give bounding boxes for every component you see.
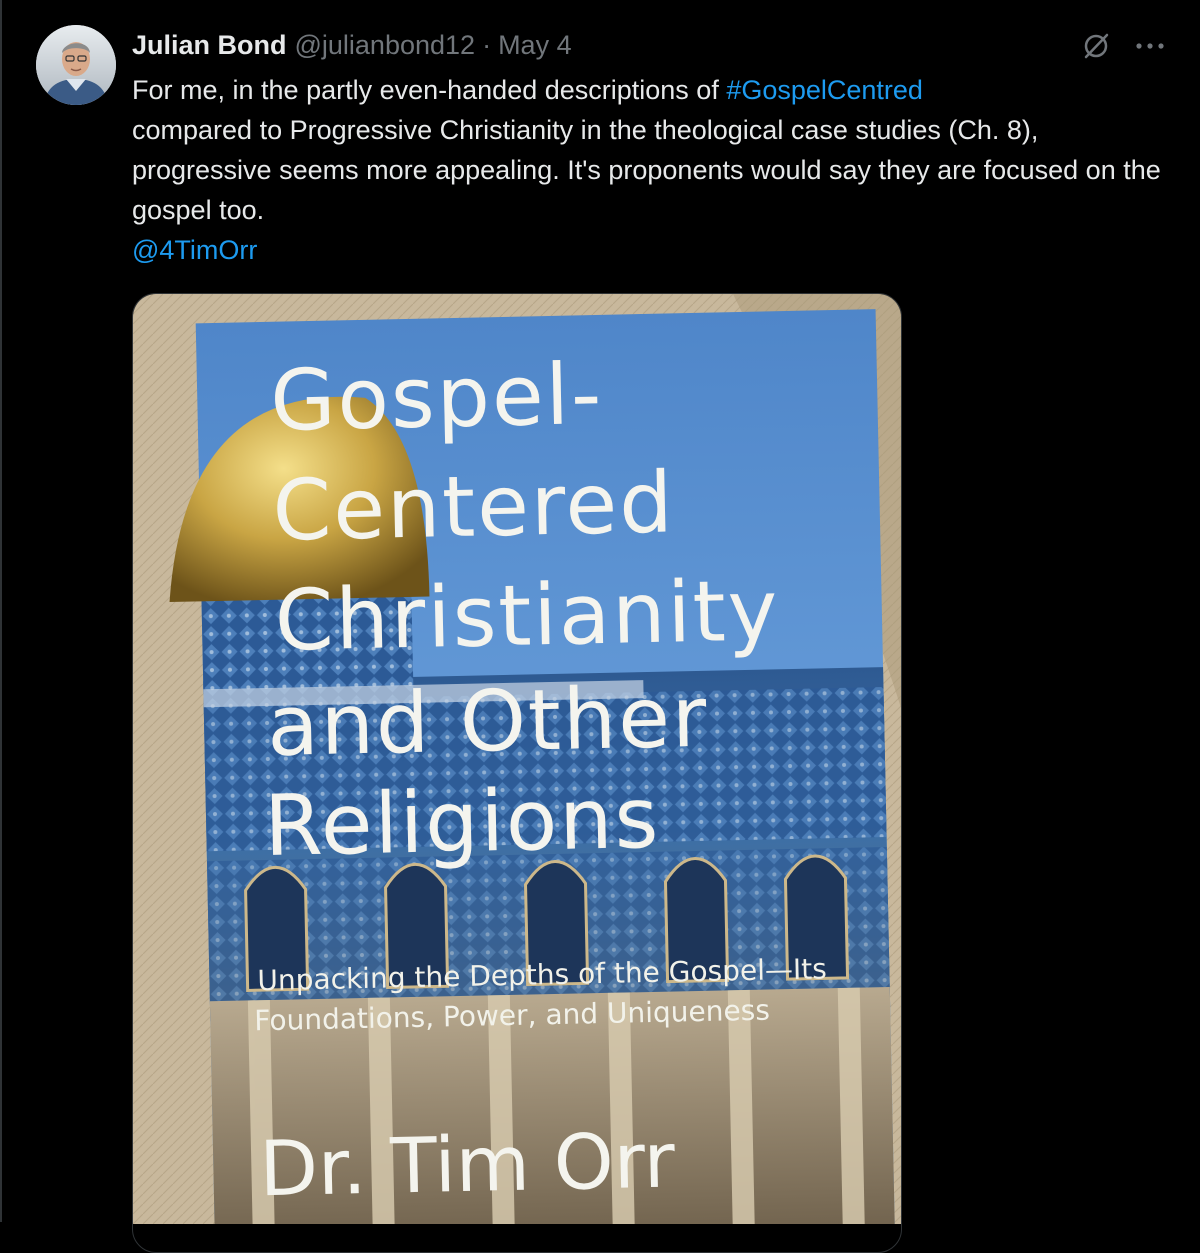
grok-icon [1084, 33, 1109, 59]
book-title-line-1: Gospel- [269, 345, 604, 450]
book-title-line-5: Religions [263, 769, 661, 875]
book-title-line-2: Centered [272, 453, 676, 559]
author-name[interactable]: Julian Bond [132, 30, 287, 61]
tweet-text-part2: compared to Progressive Christianity in … [132, 115, 1161, 225]
book-title-line-3: Christianity [274, 561, 780, 670]
avatar-photo-icon [36, 25, 116, 105]
tweet-text-part1: For me, in the partly even-handed descri… [132, 75, 727, 105]
more-icon [1136, 43, 1164, 49]
tweet-media-photo[interactable]: Gospel- Centered Christianity and Other … [132, 293, 902, 1253]
tweet-date[interactable]: May 4 [498, 30, 572, 61]
author-handle[interactable]: @julianbond12 [295, 30, 476, 61]
book-author: Dr. Tim Orr [258, 1116, 676, 1214]
header-separator: · [482, 29, 492, 60]
hashtag-link[interactable]: #GospelCentred [726, 75, 923, 105]
book-cover-photo: Gospel- Centered Christianity and Other … [133, 294, 901, 1224]
author-avatar[interactable] [36, 25, 116, 105]
tweet-text: For me, in the partly even-handed descri… [132, 70, 1182, 270]
mention-link[interactable]: @4TimOrr [132, 235, 257, 265]
grok-button[interactable] [1078, 28, 1114, 64]
more-button[interactable] [1130, 28, 1170, 64]
book-title-line-4: and Other [266, 668, 709, 775]
tweet[interactable]: Julian Bond @julianbond12 · May 4 For me… [0, 0, 1200, 1253]
tweet-header: Julian Bond @julianbond12 · May 4 [132, 27, 572, 63]
